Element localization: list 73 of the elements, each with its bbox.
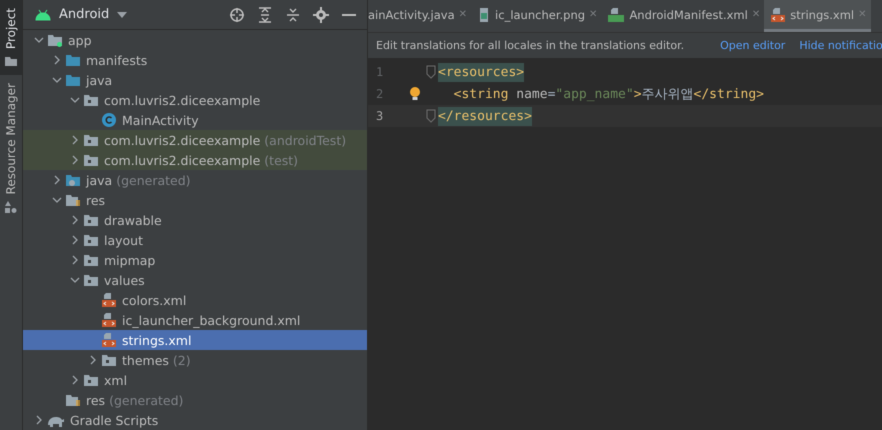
tree-item[interactable]: ic_launcher_background.xml xyxy=(23,310,367,330)
gear-icon xyxy=(313,6,329,22)
package-folder-icon xyxy=(83,152,99,168)
notification-text: Edit translations for all locales in the translations editor. xyxy=(376,39,684,52)
folder-icon xyxy=(65,72,81,88)
tree-item[interactable]: layout xyxy=(23,230,367,250)
side-tab[interactable]: Project xyxy=(0,0,22,76)
fold-icon xyxy=(426,65,436,79)
package-folder-icon xyxy=(83,212,99,228)
line-number: 1 xyxy=(375,65,384,79)
module-folder-icon xyxy=(47,32,63,48)
chevron-down-icon xyxy=(34,35,44,45)
package-folder-icon xyxy=(83,372,99,388)
tree-item[interactable]: themes (2) xyxy=(23,350,367,370)
package-folder-icon xyxy=(83,92,99,108)
xml-file-icon xyxy=(770,6,786,22)
caret-down-icon xyxy=(117,12,128,18)
tree-item[interactable]: mipmap xyxy=(23,250,367,270)
xml-file-icon xyxy=(101,312,117,328)
editor-tab[interactable]: AndroidManifest.xml ✕ xyxy=(601,0,764,32)
package-folder-icon xyxy=(83,252,99,268)
tree-item[interactable]: manifests xyxy=(23,50,367,70)
package-folder-icon xyxy=(83,132,99,148)
fold-icon xyxy=(426,109,436,123)
xml-file-icon xyxy=(101,292,117,308)
tree-item[interactable]: app xyxy=(23,30,367,50)
shapes-icon xyxy=(5,200,17,213)
chevron-down-icon xyxy=(52,195,62,205)
chevron-right-icon xyxy=(52,55,62,65)
generated-folder-icon xyxy=(65,172,81,188)
tree-item[interactable]: drawable xyxy=(23,210,367,230)
expand-icon xyxy=(258,6,272,22)
line-number: 2 xyxy=(375,87,384,101)
package-folder-icon xyxy=(83,232,99,248)
dash-icon xyxy=(342,14,356,16)
settings-icon[interactable] xyxy=(311,4,331,24)
tree-item[interactable]: res (generated) xyxy=(23,390,367,410)
tree-item[interactable]: java xyxy=(23,70,367,90)
tree-item[interactable]: colors.xml xyxy=(23,290,367,310)
resource-folder-icon xyxy=(65,192,81,208)
folder-icon xyxy=(5,55,17,68)
chevron-down-icon xyxy=(70,275,80,285)
package-folder-icon xyxy=(101,352,117,368)
class-icon xyxy=(101,112,117,128)
tree-item[interactable]: com.luvris2.diceexample xyxy=(23,90,367,110)
tree-item[interactable]: com.luvris2.diceexample (androidTest) xyxy=(23,130,367,150)
notification-link[interactable]: Open editor xyxy=(720,39,786,52)
editor-tab[interactable]: strings.xml ✕ xyxy=(764,0,870,32)
view-selector[interactable]: Android xyxy=(35,7,219,22)
tree-item[interactable]: res xyxy=(23,190,367,210)
package-folder-icon xyxy=(83,272,99,288)
manifest-file-icon xyxy=(607,6,626,22)
tree-item[interactable]: MainActivity xyxy=(23,110,367,130)
lightbulb-icon xyxy=(409,86,421,102)
tree-item[interactable]: strings.xml xyxy=(23,330,367,350)
editor-tab[interactable]: ic_launcher.png ✕ xyxy=(471,0,602,32)
crosshair-icon xyxy=(229,6,245,22)
chevron-right-icon xyxy=(34,415,44,425)
android-icon xyxy=(35,8,51,20)
notification-link[interactable]: Hide notificatio xyxy=(799,39,882,52)
tree-item[interactable]: Gradle Scripts xyxy=(23,410,367,430)
line-number: 3 xyxy=(375,109,384,123)
xml-file-icon xyxy=(101,332,117,348)
tree-item[interactable]: com.luvris2.diceexample (test) xyxy=(23,150,367,170)
tree-item[interactable]: values xyxy=(23,270,367,290)
collapse-icon xyxy=(286,6,300,22)
code-line: <string name="app_name">주사위앱</string> xyxy=(452,86,764,104)
editor-tab[interactable]: ainActivity.java ✕ xyxy=(368,0,472,32)
tree-item[interactable]: xml xyxy=(23,370,367,390)
tree-item[interactable]: java (generated) xyxy=(23,170,367,190)
side-tab[interactable]: Resource Manager xyxy=(0,75,22,221)
resource-folder-icon xyxy=(65,392,81,408)
folder-icon xyxy=(65,52,81,68)
